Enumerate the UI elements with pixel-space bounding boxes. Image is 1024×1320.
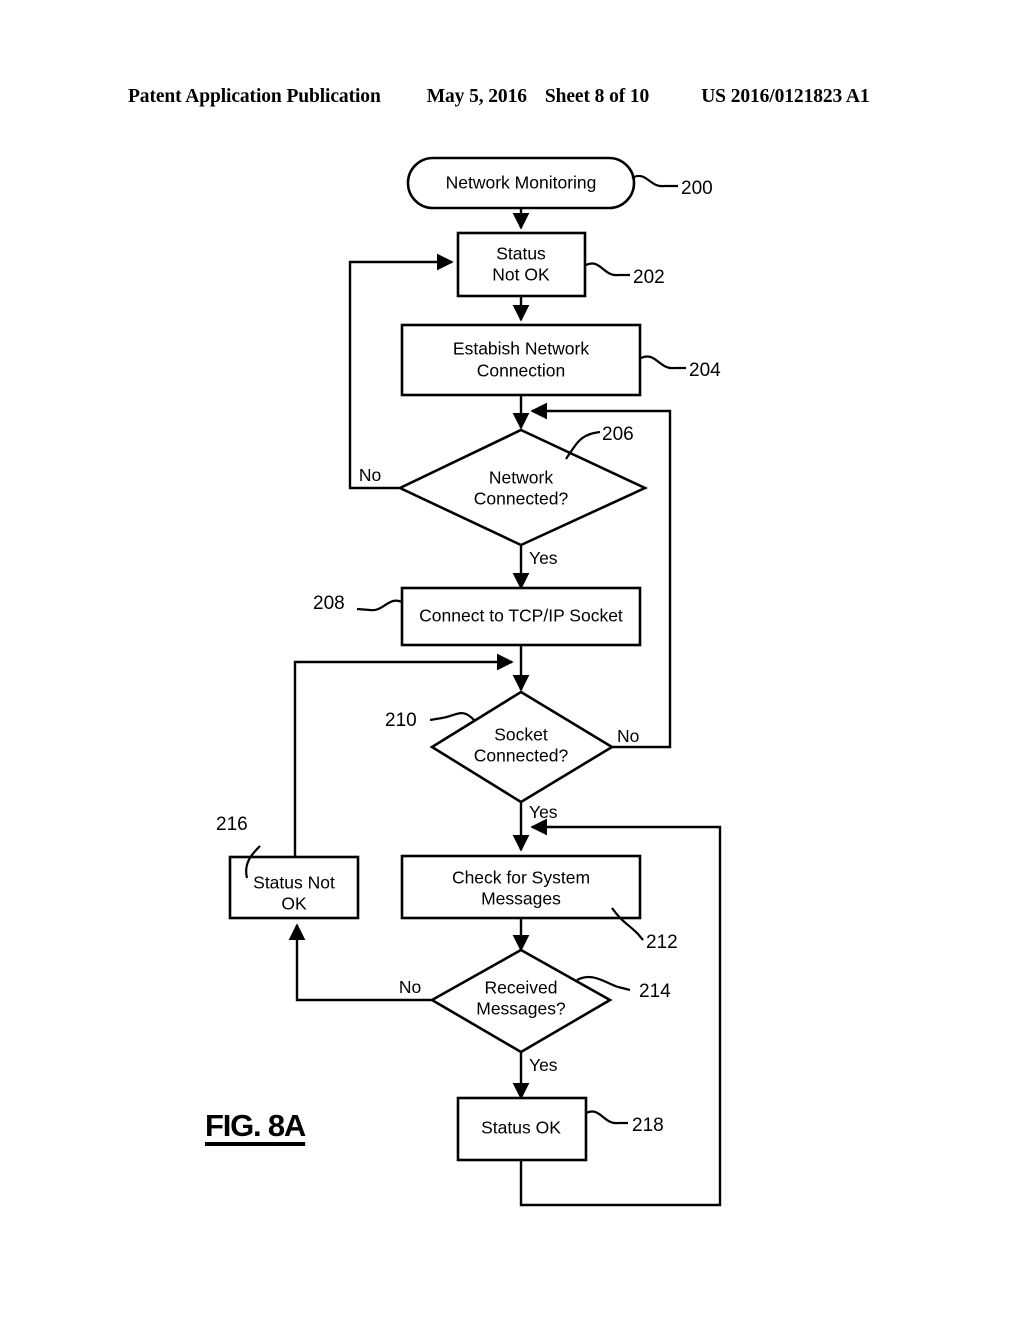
ref-label-212: 212 xyxy=(646,932,678,953)
node-network-connected-line1: Network xyxy=(489,468,553,488)
node-status-not-ok-202-line2: Not OK xyxy=(492,265,550,285)
ref-label-210: 210 xyxy=(385,710,417,731)
edge-label-received-yes: Yes xyxy=(529,1055,558,1075)
ref-label-208: 208 xyxy=(313,593,345,614)
node-received-messages-line2: Messages? xyxy=(476,999,566,1019)
leader-204 xyxy=(640,355,686,370)
leader-200 xyxy=(631,175,678,188)
edge-label-network-yes: Yes xyxy=(529,548,558,568)
node-network-monitoring-label: Network Monitoring xyxy=(446,173,597,193)
leader-210 xyxy=(429,712,475,722)
ref-label-214: 214 xyxy=(639,981,671,1002)
edge-label-network-no: No xyxy=(359,465,381,485)
node-network-connected-line2: Connected? xyxy=(474,489,569,509)
ref-label-204: 204 xyxy=(689,360,721,381)
node-check-for-system-messages-line1: Check for System xyxy=(452,868,590,888)
edge-label-socket-yes: Yes xyxy=(529,802,558,822)
node-received-messages-line1: Received xyxy=(485,978,558,998)
ref-label-206: 206 xyxy=(602,424,634,445)
node-status-not-ok-216-line1: Status Not xyxy=(253,873,335,893)
leader-208 xyxy=(356,599,403,612)
node-socket-connected-line1: Socket xyxy=(494,725,548,745)
edge-label-socket-no: No xyxy=(617,726,639,746)
flowchart-diagram: Network Monitoring 200 Status Not OK 202… xyxy=(216,156,722,1207)
figure-caption: FIG. 8A xyxy=(205,1108,306,1143)
ref-label-202: 202 xyxy=(633,267,665,288)
node-establish-network-connection-line2: Connection xyxy=(477,361,566,381)
ref-label-216: 216 xyxy=(216,814,248,835)
leader-202 xyxy=(585,262,630,277)
node-status-ok-label: Status OK xyxy=(481,1118,561,1138)
ref-label-218: 218 xyxy=(632,1115,664,1136)
leader-218 xyxy=(585,1110,628,1125)
edge-label-received-no: No xyxy=(399,977,421,997)
node-check-for-system-messages-line2: Messages xyxy=(481,889,561,909)
patent-figure-page: Patent Application Publication May 5, 20… xyxy=(0,0,1024,1320)
node-connect-to-tcp-ip-socket-label: Connect to TCP/IP Socket xyxy=(419,606,623,626)
node-status-not-ok-216-line2: OK xyxy=(281,894,307,914)
node-establish-network-connection-line1: Estabish Network xyxy=(453,339,589,359)
node-status-not-ok-202-line1: Status xyxy=(496,244,546,264)
ref-label-200: 200 xyxy=(681,178,713,199)
node-socket-connected-line2: Connected? xyxy=(474,746,569,766)
